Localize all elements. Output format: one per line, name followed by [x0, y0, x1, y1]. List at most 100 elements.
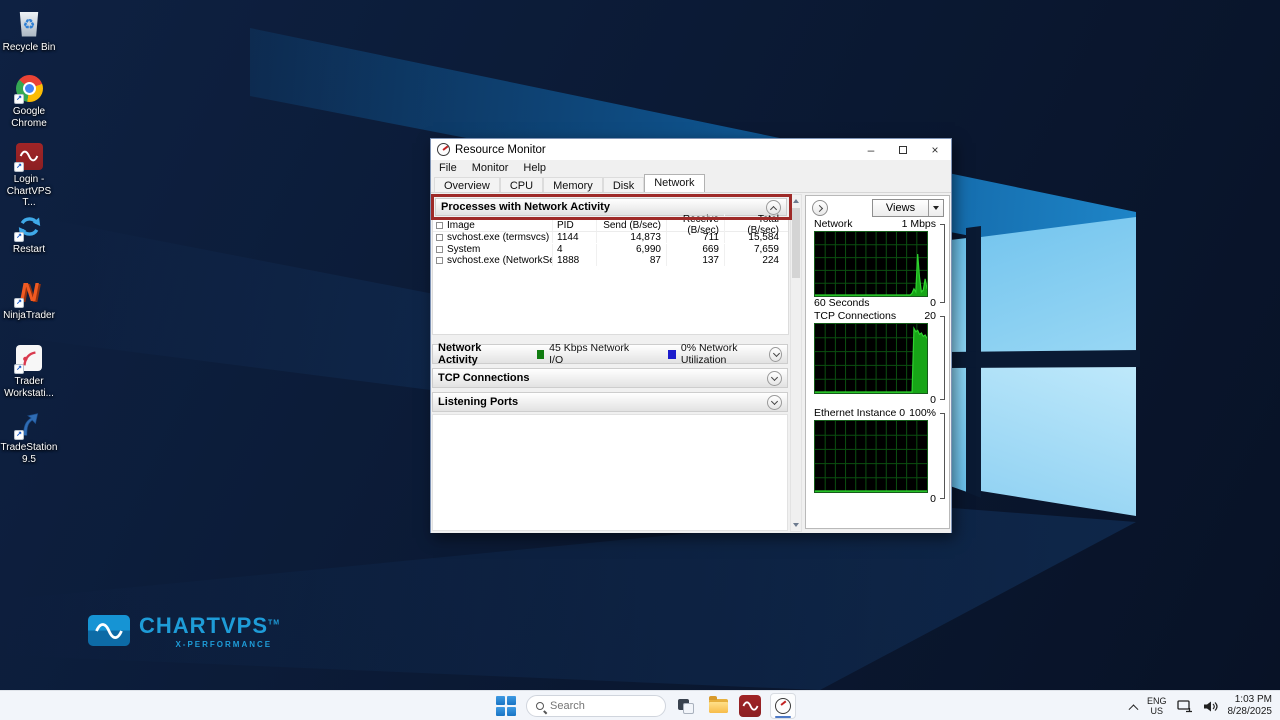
chartvps-app-button[interactable]	[738, 693, 762, 719]
table-row[interactable]: svchost.exe (termsvcs) 1144 14,873 711 1…	[433, 232, 788, 244]
window-content: Processes with Network Activity Image PI…	[431, 193, 951, 533]
shortcut-arrow-icon: ↗	[14, 430, 24, 440]
table-row[interactable]: svchost.exe (NetworkService... 1888 87 1…	[433, 255, 788, 267]
col-pid[interactable]: PID	[553, 220, 597, 231]
brand-name: CHARTVPSTM	[139, 615, 280, 637]
panel-expand-button[interactable]	[812, 200, 828, 216]
network-graph	[814, 231, 928, 297]
tab-overview[interactable]: Overview	[434, 177, 500, 192]
tab-bar: Overview CPU Memory Disk Network	[431, 175, 951, 193]
views-dropdown-button[interactable]: Views	[872, 199, 944, 217]
network-tray-icon[interactable]	[1177, 700, 1193, 713]
tab-network[interactable]: Network	[644, 174, 704, 192]
active-app-indicator	[775, 716, 791, 719]
icon-label: Restart	[13, 244, 45, 256]
row-checkbox[interactable]	[436, 257, 443, 264]
icon-label: TradeStation 9.5	[0, 442, 58, 465]
shortcut-arrow-icon: ↗	[14, 364, 24, 374]
clock[interactable]: 1:03 PM 8/28/2025	[1228, 694, 1273, 719]
minimize-button[interactable]: –	[855, 139, 887, 160]
tab-disk[interactable]: Disk	[603, 177, 644, 192]
tray-overflow-chevron-icon[interactable]	[1129, 704, 1139, 714]
chartvps-sine-icon	[739, 695, 761, 717]
tcp-connections-section-header[interactable]: TCP Connections	[432, 368, 788, 388]
search-icon	[536, 702, 544, 710]
process-table: Image PID Send (B/sec) Receive (B/sec) T…	[432, 218, 789, 335]
menu-monitor[interactable]: Monitor	[472, 162, 509, 174]
chart-min-label: 0	[930, 493, 936, 505]
process-pid: 1888	[553, 255, 597, 266]
expand-button[interactable]	[767, 395, 782, 410]
green-swatch-icon	[537, 350, 545, 359]
window-titlebar[interactable]: Resource Monitor – ×	[431, 139, 951, 160]
table-row[interactable]: System 4 6,990 669 7,659	[433, 244, 788, 256]
desktop-icon-login-chartvps[interactable]: ↗ Login - ChartVPS T...	[0, 140, 58, 209]
col-image[interactable]: Image	[447, 220, 475, 231]
network-activity-section-header[interactable]: Network Activity 45 Kbps Network I/O 0% …	[432, 344, 788, 364]
triangle-down-icon	[933, 206, 939, 210]
section-title: Processes with Network Activity	[441, 201, 610, 213]
process-pid: 4	[553, 244, 597, 255]
menu-file[interactable]: File	[439, 162, 457, 174]
tab-cpu[interactable]: CPU	[500, 177, 543, 192]
taskbar-search[interactable]	[526, 695, 666, 717]
row-checkbox[interactable]	[436, 234, 443, 241]
scrollbar-thumb[interactable]	[792, 208, 800, 278]
row-checkbox[interactable]	[436, 246, 443, 253]
scale-bracket	[940, 413, 945, 499]
table-header-row[interactable]: Image PID Send (B/sec) Receive (B/sec) T…	[433, 219, 788, 232]
task-view-button[interactable]	[674, 693, 698, 719]
language-indicator[interactable]: ENG US	[1147, 696, 1167, 717]
search-input[interactable]	[550, 700, 645, 712]
process-send: 6,990	[597, 244, 667, 255]
tab-memory[interactable]: Memory	[543, 177, 603, 192]
desktop-icon-recycle-bin[interactable]: ♻ Recycle Bin	[0, 8, 58, 54]
scroll-down-button[interactable]	[791, 519, 801, 531]
resource-monitor-taskbar-button[interactable]	[770, 693, 796, 719]
icon-label: Google Chrome	[0, 106, 58, 129]
tray-time: 1:03 PM	[1228, 694, 1273, 707]
volume-tray-icon[interactable]	[1203, 700, 1218, 713]
tcp-connections-chart: TCP Connections 20 0	[812, 310, 946, 406]
menu-help[interactable]: Help	[523, 162, 546, 174]
maximize-button[interactable]	[887, 139, 919, 160]
scale-bracket	[940, 316, 945, 400]
select-all-checkbox[interactable]	[436, 222, 443, 229]
process-receive: 711	[667, 232, 725, 243]
desktop-icon-trader-workstation[interactable]: ↗ Trader Workstati...	[0, 342, 58, 399]
chart-max-label: 100%	[909, 407, 936, 420]
vertical-scrollbar[interactable]	[790, 194, 802, 532]
ethernet-graph	[814, 420, 928, 493]
desktop-icon-tradestation[interactable]: ↗ TradeStation 9.5	[0, 408, 58, 465]
desktop-icon-ninjatrader[interactable]: N ↗ NinjaTrader	[0, 276, 58, 322]
process-total: 224	[725, 255, 784, 266]
chevron-down-icon	[771, 398, 778, 405]
close-button[interactable]: ×	[919, 139, 951, 160]
scroll-up-button[interactable]	[791, 195, 801, 207]
start-button[interactable]	[494, 693, 518, 719]
resource-monitor-window: Resource Monitor – × File Monitor Help O…	[430, 138, 952, 533]
listening-ports-section-header[interactable]: Listening Ports	[432, 392, 788, 412]
chart-min-label: 0	[930, 394, 936, 406]
desktop-icon-google-chrome[interactable]: ↗ Google Chrome	[0, 72, 58, 129]
desktop-icon-restart[interactable]: ↗ Restart	[0, 210, 58, 256]
collapse-button[interactable]	[766, 200, 781, 215]
chevron-down-icon	[771, 374, 778, 381]
dropdown-arrow[interactable]	[928, 200, 943, 216]
window-title: Resource Monitor	[455, 144, 855, 156]
file-explorer-button[interactable]	[706, 693, 730, 719]
expand-button[interactable]	[767, 371, 782, 386]
process-total: 15,584	[725, 232, 784, 243]
shortcut-arrow-icon: ↗	[14, 162, 24, 172]
tray-date: 8/28/2025	[1228, 706, 1273, 719]
process-name: svchost.exe (termsvcs)	[447, 232, 549, 243]
trademark: TM	[268, 620, 280, 627]
process-receive: 137	[667, 255, 725, 266]
chart-max-label: 20	[924, 310, 936, 323]
process-total: 7,659	[725, 244, 784, 255]
col-send[interactable]: Send (B/sec)	[597, 220, 667, 231]
chevron-down-icon	[773, 350, 780, 357]
resource-monitor-icon	[775, 698, 791, 714]
expand-button[interactable]	[769, 347, 782, 362]
legend-label: 45 Kbps Network I/O	[549, 342, 630, 366]
